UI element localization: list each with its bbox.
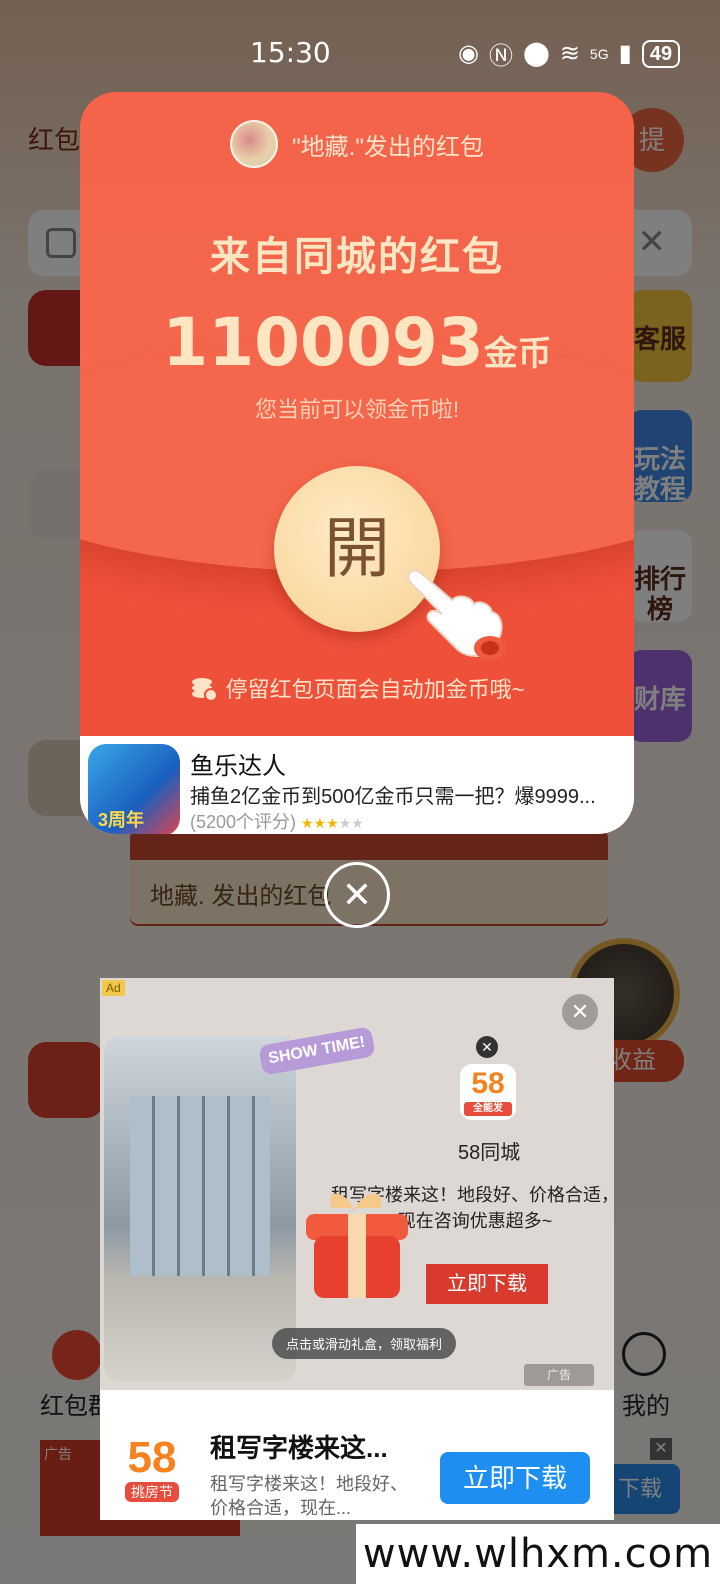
popup-close-button[interactable]: ✕	[324, 862, 390, 928]
location-icon: ⬤	[522, 40, 550, 67]
sender-row: "地藏."发出的红包	[80, 120, 634, 168]
ad-close-button[interactable]: ✕	[562, 994, 598, 1030]
coin-number: 1100093	[162, 304, 484, 381]
nfc-icon: Ⓝ	[488, 43, 513, 70]
coin-amount: 1100093金币	[80, 304, 634, 381]
status-bar: 15:30 ◉ Ⓝ ⬤ ≋ 5G ▮ 49	[0, 0, 720, 100]
star-rating-icon: ★★★★★	[301, 815, 364, 831]
game-app-icon[interactable]: 3周年	[88, 744, 180, 834]
red-packet-popup: "地藏."发出的红包 来自同城的红包 1100093金币 您当前可以领金币啦! …	[80, 92, 634, 834]
wifi-icon: ≋	[559, 40, 580, 67]
avatar	[230, 120, 279, 168]
game-rating: (5200个评分) ★★★★★	[190, 808, 364, 834]
ad-tag: Ad	[102, 980, 125, 996]
ad-tip: 点击或滑动礼盒，领取福利	[272, 1328, 457, 1359]
pointing-hand-icon	[407, 569, 506, 660]
status-icons: ◉ Ⓝ ⬤ ≋ 5G ▮ 49	[458, 36, 681, 71]
ad-bar-title: 租写字楼来这...	[210, 1433, 388, 1463]
coin-unit: 金币	[483, 335, 552, 373]
close-icon[interactable]: ✕	[476, 1036, 498, 1058]
ad-panel[interactable]: Ad ✕ SHOW TIME! ✕ 58 全能发 58同城 租写字楼来这！地段好…	[100, 978, 614, 1390]
brand-logo-sub: 全能发	[464, 1102, 512, 1116]
ad-bar[interactable]: 广告 58 挑房节 租写字楼来这... 租写字楼来这！地段好、价格合适，现在..…	[100, 1364, 614, 1520]
show-time-badge: SHOW TIME!	[258, 1026, 376, 1076]
coin-stack-icon	[191, 678, 218, 702]
packet-hint: 您当前可以领金币啦!	[254, 397, 460, 422]
ad-bar-logo: 58 挑房节	[110, 1434, 194, 1512]
game-ad-strip[interactable]: 3周年 鱼乐达人 捕鱼2亿金币到500亿金币只需一把？爆9999... (520…	[80, 736, 634, 834]
game-name: 鱼乐达人	[190, 753, 286, 780]
ad-bar-logo-sub: 挑房节	[125, 1482, 179, 1502]
eye-icon: ◉	[458, 40, 479, 67]
ad-download-button[interactable]: 立即下载	[426, 1264, 548, 1304]
status-time: 15:30	[250, 36, 331, 69]
ad-bar-download-button[interactable]: 立即下载	[440, 1452, 590, 1504]
rating-count: (5200个评分)	[190, 812, 297, 832]
auto-coin-tip-text: 停留红包页面会自动加金币哦~	[225, 677, 525, 702]
network-label: 5G	[589, 45, 609, 62]
office-photo	[104, 1036, 296, 1382]
signal-icon: ▮	[618, 40, 632, 67]
brand-name: 58同城	[458, 1142, 521, 1164]
game-icon-badge: 3周年	[98, 810, 145, 830]
brand-logo: 58 全能发	[460, 1064, 516, 1120]
packet-title: 来自同城的红包	[210, 235, 504, 279]
game-desc: 捕鱼2亿金币到500亿金币只需一把？爆9999...	[190, 786, 596, 808]
ad-small-tag: 广告	[524, 1364, 594, 1386]
ad-bar-desc: 租写字楼来这！地段好、价格合适，现在...	[210, 1474, 408, 1518]
watermark: www.wlhxm.com	[356, 1524, 720, 1584]
sender-text: "地藏."发出的红包	[292, 133, 484, 161]
auto-coin-tip: 停留红包页面会自动加金币哦~	[80, 672, 634, 704]
battery-icon: 49	[641, 39, 681, 68]
gift-box-icon[interactable]	[292, 1178, 422, 1308]
